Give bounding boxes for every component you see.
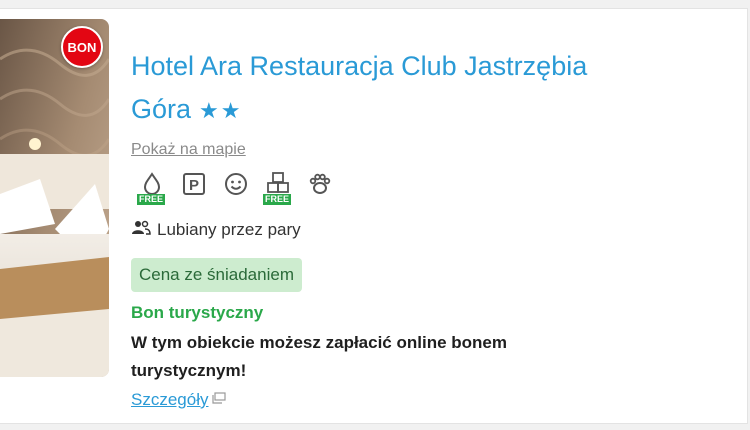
external-window-icon — [212, 391, 227, 409]
free-label: FREE — [137, 194, 166, 205]
couples-label: Lubiany przez pary — [157, 219, 301, 239]
details-link-wrap[interactable]: Szczegóły — [131, 390, 227, 410]
star-rating: ★★ — [199, 98, 243, 123]
show-on-map-link[interactable]: Pokaż na mapie — [131, 141, 246, 159]
hotel-card: BON Hotel Ara Restauracja Club Jastrzębi… — [0, 8, 748, 424]
details-link[interactable]: Szczegóły — [131, 390, 208, 410]
voucher-description: W tym obiekcie możesz zapłacić online bo… — [131, 333, 507, 380]
baby-blocks-icon: FREE — [262, 171, 294, 205]
free-label: FREE — [263, 194, 292, 205]
hotel-title[interactable]: Hotel Ara Restauracja Club Jastrzębia Gó… — [131, 45, 691, 132]
hotel-photo[interactable] — [0, 19, 109, 377]
parking-icon: P — [178, 171, 210, 205]
paw-pet-icon — [304, 171, 336, 205]
voucher-title: Bon turystyczny — [131, 303, 264, 322]
bon-badge: BON — [61, 26, 103, 68]
amenities-row: FREE P FREE — [136, 171, 336, 205]
svg-text:P: P — [189, 177, 199, 194]
breakfast-badge: Cena ze śniadaniem — [131, 258, 302, 292]
people-icon — [131, 219, 151, 240]
smiley-child-icon — [220, 171, 252, 205]
couples-tag: Lubiany przez pary — [131, 219, 301, 240]
water-drop-icon: FREE — [136, 171, 168, 205]
